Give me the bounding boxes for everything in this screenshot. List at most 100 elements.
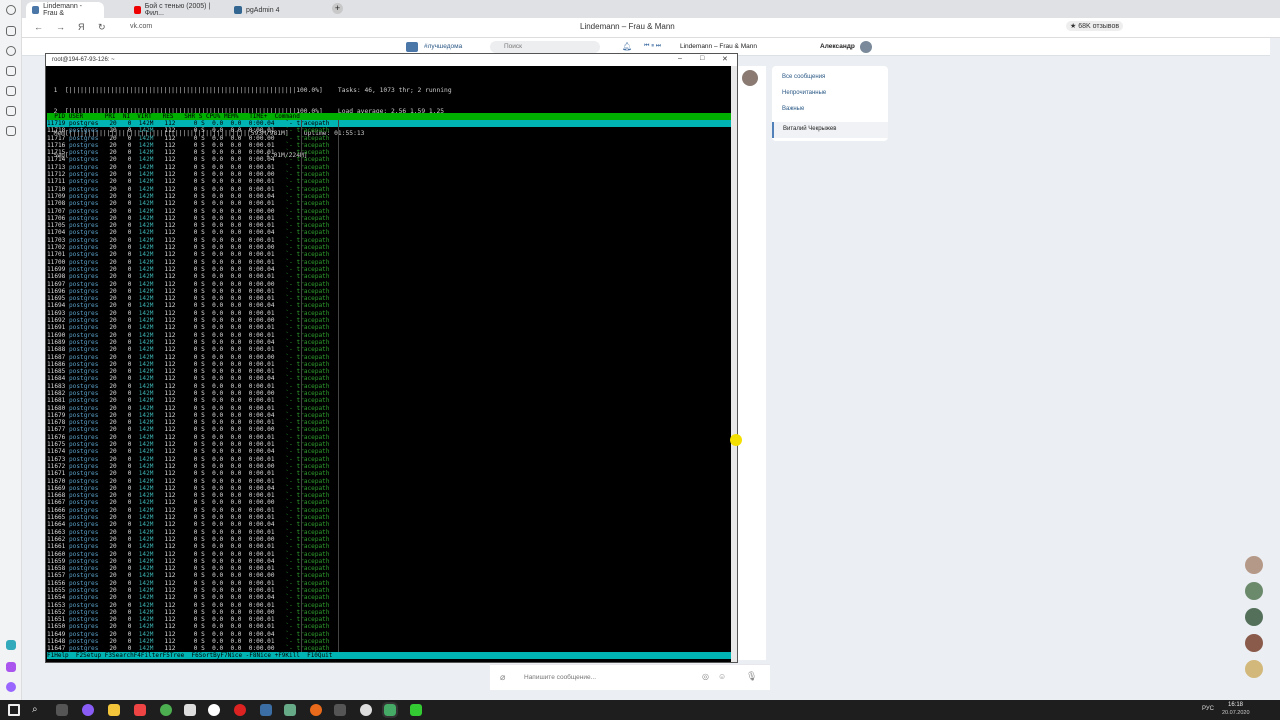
table-row[interactable]: 11673 postgres 20 0 142M 112 0 S 0.0 0.0… [47, 456, 731, 463]
app-icon[interactable] [82, 704, 94, 716]
chrome-icon[interactable] [160, 704, 172, 716]
table-row[interactable]: 11671 postgres 20 0 142M 112 0 S 0.0 0.0… [47, 470, 731, 477]
back-icon[interactable]: ← [34, 22, 43, 32]
notes-icon[interactable] [6, 106, 16, 116]
microphone-icon[interactable]: 🎙︎ [746, 671, 757, 682]
language-indicator[interactable]: РУС [1202, 706, 1214, 712]
table-row[interactable]: 11694 postgres 20 0 142M 112 0 S 0.0 0.0… [47, 302, 731, 309]
app-icon[interactable] [284, 704, 296, 716]
table-row[interactable]: 11656 postgres 20 0 142M 112 0 S 0.0 0.0… [47, 580, 731, 587]
bookmark-icon[interactable] [6, 66, 16, 76]
favorite-avatar[interactable] [1245, 556, 1263, 574]
minimize-icon[interactable]: – [678, 55, 682, 62]
table-row[interactable]: 11686 postgres 20 0 142M 112 0 S 0.0 0.0… [47, 361, 731, 368]
table-row[interactable]: 11704 postgres 20 0 142M 112 0 S 0.0 0.0… [47, 229, 731, 236]
table-row[interactable]: 11691 postgres 20 0 142M 112 0 S 0.0 0.0… [47, 324, 731, 331]
table-row[interactable]: 11664 postgres 20 0 142M 112 0 S 0.0 0.0… [47, 521, 731, 528]
menu-all-messages[interactable]: Все сообщения [782, 74, 825, 80]
table-row[interactable]: 11654 postgres 20 0 142M 112 0 S 0.0 0.0… [47, 594, 731, 601]
table-row[interactable]: 11683 postgres 20 0 142M 112 0 S 0.0 0.0… [47, 383, 731, 390]
table-row[interactable]: 11697 postgres 20 0 142M 112 0 S 0.0 0.0… [47, 281, 731, 288]
home-icon[interactable] [6, 26, 16, 36]
bell-icon[interactable]: 🔔︎ [622, 42, 632, 51]
table-row[interactable]: 11676 postgres 20 0 142M 112 0 S 0.0 0.0… [47, 434, 731, 441]
favorite-avatar[interactable] [1245, 634, 1263, 652]
store-icon[interactable] [184, 704, 196, 716]
table-row[interactable]: 11690 postgres 20 0 142M 112 0 S 0.0 0.0… [47, 332, 731, 339]
favorite-avatar[interactable] [1245, 582, 1263, 600]
task-view-icon[interactable] [56, 704, 68, 716]
app-icon[interactable] [310, 704, 322, 716]
table-row[interactable]: 11698 postgres 20 0 142M 112 0 S 0.0 0.0… [47, 273, 731, 280]
forward-icon[interactable]: → [56, 22, 65, 32]
table-row[interactable]: 11661 postgres 20 0 142M 112 0 S 0.0 0.0… [47, 543, 731, 550]
alice-icon[interactable] [6, 640, 16, 650]
attach-icon[interactable]: ⌀ [500, 672, 505, 683]
clock-time[interactable]: 16:18 [1228, 702, 1243, 708]
app-icon[interactable] [360, 704, 372, 716]
terminal-taskbar-icon[interactable] [382, 702, 398, 718]
search-icon[interactable]: ⌕ [32, 704, 44, 716]
terminal-scrollbar[interactable] [731, 66, 737, 662]
message-input[interactable]: Напишите сообщение... [524, 674, 596, 681]
reviews-badge[interactable]: ★ 68K отзывов [1066, 21, 1124, 31]
browser-tab-vk[interactable]: Lindemann - Frau & [26, 2, 104, 18]
function-keys-bar[interactable]: F1Help F2Setup F3SearchF4FilterF5Tree F6… [47, 652, 731, 659]
table-row[interactable]: 11677 postgres 20 0 142M 112 0 S 0.0 0.0… [47, 426, 731, 433]
table-row[interactable]: 11688 postgres 20 0 142M 112 0 S 0.0 0.0… [47, 346, 731, 353]
camera-icon[interactable]: ◎ [702, 672, 709, 681]
reload-icon[interactable]: ↻ [98, 22, 106, 33]
table-row[interactable]: 11670 postgres 20 0 142M 112 0 S 0.0 0.0… [47, 478, 731, 485]
table-row[interactable]: 11650 postgres 20 0 142M 112 0 S 0.0 0.0… [47, 623, 731, 630]
emoji-icon[interactable]: ☺ [718, 672, 726, 681]
table-row[interactable]: 11653 postgres 20 0 142M 112 0 S 0.0 0.0… [47, 602, 731, 609]
browser-tab-pgadmin[interactable]: pgAdmin 4 [228, 2, 324, 18]
downloads-icon[interactable] [6, 86, 16, 96]
table-row[interactable]: 11700 postgres 20 0 142M 112 0 S 0.0 0.0… [47, 259, 731, 266]
app-icon[interactable] [410, 704, 422, 716]
table-row[interactable]: 11684 postgres 20 0 142M 112 0 S 0.0 0.0… [47, 375, 731, 382]
table-row[interactable]: 11714 postgres 20 0 142M 112 0 S 0.0 0.0… [47, 156, 731, 163]
table-row[interactable]: 11660 postgres 20 0 142M 112 0 S 0.0 0.0… [47, 551, 731, 558]
hashtag-label[interactable]: #лучшедома [424, 43, 462, 50]
table-row[interactable]: 11680 postgres 20 0 142M 112 0 S 0.0 0.0… [47, 405, 731, 412]
url-text[interactable]: vk.com [130, 23, 152, 30]
favorite-avatar[interactable] [1245, 660, 1263, 678]
windows-start-icon[interactable] [8, 704, 20, 716]
search-input[interactable]: Поиск [490, 41, 600, 53]
history-icon[interactable] [6, 46, 16, 56]
user-name[interactable]: Александр [820, 43, 855, 50]
assistant-icon[interactable] [6, 682, 16, 692]
maximize-icon[interactable]: □ [700, 55, 704, 62]
app-icon[interactable] [260, 704, 272, 716]
yandex-icon[interactable]: Я [78, 22, 85, 32]
chat-avatar[interactable] [742, 70, 758, 86]
table-row[interactable]: 11711 postgres 20 0 142M 112 0 S 0.0 0.0… [47, 178, 731, 185]
table-row[interactable]: 11701 postgres 20 0 142M 112 0 S 0.0 0.0… [47, 251, 731, 258]
yandex-browser-icon[interactable] [208, 704, 220, 716]
browser-tab-film[interactable]: Бой с тенью (2005) | Фил... [128, 2, 224, 18]
table-row[interactable]: 11708 postgres 20 0 142M 112 0 S 0.0 0.0… [47, 200, 731, 207]
table-row[interactable]: 11657 postgres 20 0 142M 112 0 S 0.0 0.0… [47, 572, 731, 579]
contact-item[interactable]: Виталий Чекрыжев [772, 122, 888, 138]
now-playing[interactable]: Lindemann – Frau & Mann [680, 43, 757, 50]
table-row[interactable]: 11663 postgres 20 0 142M 112 0 S 0.0 0.0… [47, 529, 731, 536]
table-row[interactable]: 11659 postgres 20 0 142M 112 0 S 0.0 0.0… [47, 558, 731, 565]
table-row[interactable]: 11713 postgres 20 0 142M 112 0 S 0.0 0.0… [47, 164, 731, 171]
new-tab-button[interactable]: + [332, 3, 343, 14]
table-row[interactable]: 11667 postgres 20 0 142M 112 0 S 0.0 0.0… [47, 499, 731, 506]
menu-unread[interactable]: Непрочитанные [782, 90, 826, 96]
table-row[interactable]: 11693 postgres 20 0 142M 112 0 S 0.0 0.0… [47, 310, 731, 317]
app-icon[interactable] [334, 704, 346, 716]
table-row[interactable]: 11703 postgres 20 0 142M 112 0 S 0.0 0.0… [47, 237, 731, 244]
app-icon[interactable] [134, 704, 146, 716]
messenger-icon[interactable] [6, 662, 16, 672]
favorite-avatar[interactable] [1245, 608, 1263, 626]
table-row[interactable]: 11707 postgres 20 0 142M 112 0 S 0.0 0.0… [47, 208, 731, 215]
avatar[interactable] [860, 41, 872, 53]
table-row[interactable]: 11717 postgres 20 0 142M 112 0 S 0.0 0.0… [47, 135, 731, 142]
profile-icon[interactable] [6, 5, 16, 15]
terminal-window[interactable]: root@194-67-93-126: ~ – □ ✕ 1 [|||||||||… [45, 53, 738, 663]
table-row[interactable]: 11674 postgres 20 0 142M 112 0 S 0.0 0.0… [47, 448, 731, 455]
table-row[interactable]: 11710 postgres 20 0 142M 112 0 S 0.0 0.0… [47, 186, 731, 193]
